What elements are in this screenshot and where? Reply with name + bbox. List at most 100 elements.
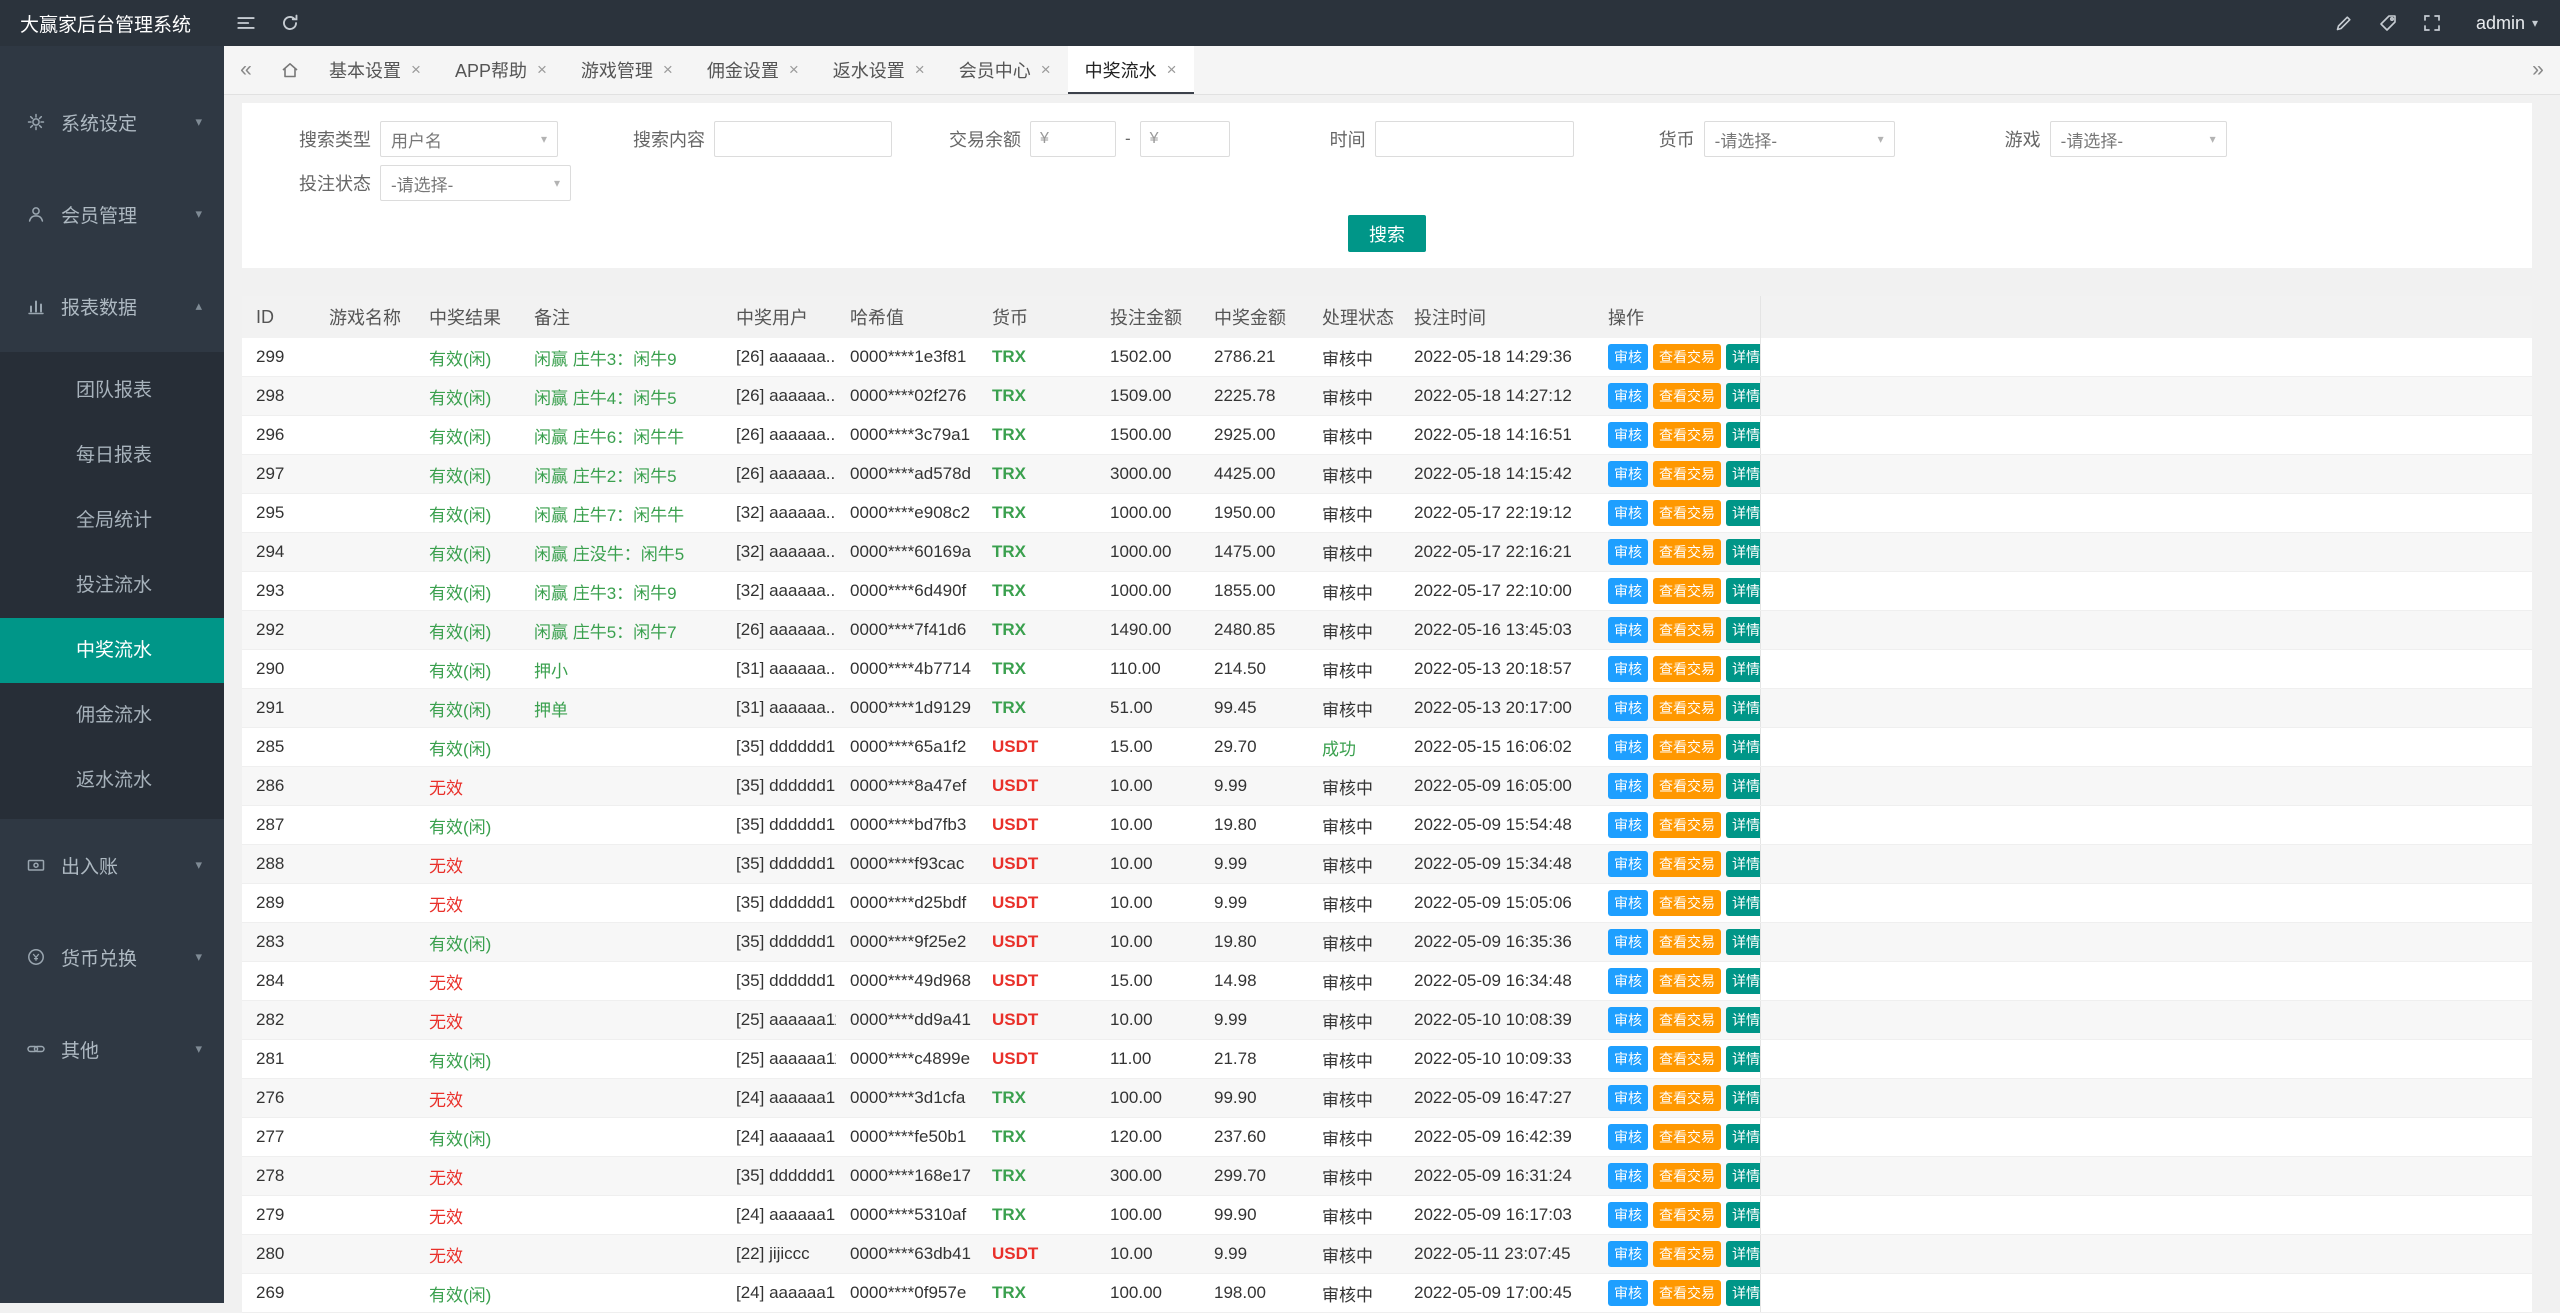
detail-button[interactable]: 详情: [1726, 890, 1760, 916]
review-button[interactable]: 审核: [1608, 734, 1648, 760]
review-button[interactable]: 审核: [1608, 617, 1648, 643]
detail-button[interactable]: 详情: [1726, 617, 1760, 643]
review-button[interactable]: 审核: [1608, 773, 1648, 799]
sidebar-item-others[interactable]: 其他 ▾: [0, 1003, 224, 1095]
review-button[interactable]: 审核: [1608, 1241, 1648, 1267]
sidebar-item-bet-flow[interactable]: 投注流水: [0, 553, 224, 618]
tab-7[interactable]: 中奖流水×: [1068, 46, 1194, 94]
view-trade-button[interactable]: 查看交易: [1653, 422, 1721, 448]
close-icon[interactable]: ×: [1167, 60, 1177, 80]
view-trade-button[interactable]: 查看交易: [1653, 773, 1721, 799]
sidebar-item-in-out-account[interactable]: 出入账 ▾: [0, 819, 224, 911]
review-button[interactable]: 审核: [1608, 1046, 1648, 1072]
review-button[interactable]: 审核: [1608, 461, 1648, 487]
close-icon[interactable]: ×: [915, 60, 925, 80]
review-button[interactable]: 审核: [1608, 812, 1648, 838]
detail-button[interactable]: 详情: [1726, 968, 1760, 994]
review-button[interactable]: 审核: [1608, 422, 1648, 448]
review-button[interactable]: 审核: [1608, 929, 1648, 955]
bet-status-select[interactable]: -请选择- ▾: [380, 165, 571, 201]
view-trade-button[interactable]: 查看交易: [1653, 968, 1721, 994]
review-button[interactable]: 审核: [1608, 890, 1648, 916]
detail-button[interactable]: 详情: [1726, 851, 1760, 877]
review-button[interactable]: 审核: [1608, 1202, 1648, 1228]
sidebar-item-commission-flow[interactable]: 佣金流水: [0, 683, 224, 748]
currency-select[interactable]: -请选择- ▾: [1704, 121, 1895, 157]
tab-4[interactable]: 佣金设置×: [690, 46, 816, 94]
tab-1[interactable]: 基本设置×: [312, 46, 438, 94]
view-trade-button[interactable]: 查看交易: [1653, 344, 1721, 370]
view-trade-button[interactable]: 查看交易: [1653, 539, 1721, 565]
balance-max-input[interactable]: [1164, 129, 1220, 149]
sidebar-toggle-button[interactable]: [224, 0, 268, 46]
detail-button[interactable]: 详情: [1726, 461, 1760, 487]
detail-button[interactable]: 详情: [1726, 1085, 1760, 1111]
detail-button[interactable]: 详情: [1726, 1202, 1760, 1228]
detail-button[interactable]: 详情: [1726, 1163, 1760, 1189]
sidebar-item-win-flow[interactable]: 中奖流水: [0, 618, 224, 683]
detail-button[interactable]: 详情: [1726, 1241, 1760, 1267]
view-trade-button[interactable]: 查看交易: [1653, 734, 1721, 760]
review-button[interactable]: 审核: [1608, 383, 1648, 409]
view-trade-button[interactable]: 查看交易: [1653, 1202, 1721, 1228]
view-trade-button[interactable]: 查看交易: [1653, 1124, 1721, 1150]
sidebar-item-team-report[interactable]: 团队报表: [0, 358, 224, 423]
close-icon[interactable]: ×: [537, 60, 547, 80]
home-tab[interactable]: [268, 46, 312, 94]
view-trade-button[interactable]: 查看交易: [1653, 1085, 1721, 1111]
view-trade-button[interactable]: 查看交易: [1653, 1163, 1721, 1189]
review-button[interactable]: 审核: [1608, 500, 1648, 526]
tag-button[interactable]: [2366, 0, 2410, 46]
detail-button[interactable]: 详情: [1726, 344, 1760, 370]
detail-button[interactable]: 详情: [1726, 383, 1760, 409]
fullscreen-button[interactable]: [2410, 0, 2454, 46]
user-menu[interactable]: admin ▾: [2454, 13, 2560, 34]
detail-button[interactable]: 详情: [1726, 773, 1760, 799]
detail-button[interactable]: 详情: [1726, 578, 1760, 604]
view-trade-button[interactable]: 查看交易: [1653, 656, 1721, 682]
review-button[interactable]: 审核: [1608, 539, 1648, 565]
detail-button[interactable]: 详情: [1726, 695, 1760, 721]
tabs-scroll-left-button[interactable]: «: [224, 46, 268, 94]
review-button[interactable]: 审核: [1608, 1124, 1648, 1150]
detail-button[interactable]: 详情: [1726, 539, 1760, 565]
view-trade-button[interactable]: 查看交易: [1653, 890, 1721, 916]
review-button[interactable]: 审核: [1608, 1280, 1648, 1306]
view-trade-button[interactable]: 查看交易: [1653, 1241, 1721, 1267]
search-type-select[interactable]: 用户名 ▾: [380, 121, 558, 157]
view-trade-button[interactable]: 查看交易: [1653, 1046, 1721, 1072]
sidebar-item-daily-report[interactable]: 每日报表: [0, 423, 224, 488]
view-trade-button[interactable]: 查看交易: [1653, 617, 1721, 643]
detail-button[interactable]: 详情: [1726, 1007, 1760, 1033]
detail-button[interactable]: 详情: [1726, 734, 1760, 760]
search-button[interactable]: 搜索: [1348, 215, 1426, 252]
review-button[interactable]: 审核: [1608, 578, 1648, 604]
tabs-scroll-right-button[interactable]: »: [2516, 46, 2560, 94]
review-button[interactable]: 审核: [1608, 695, 1648, 721]
view-trade-button[interactable]: 查看交易: [1653, 851, 1721, 877]
refresh-button[interactable]: [268, 0, 312, 46]
search-content-input[interactable]: [714, 121, 892, 157]
review-button[interactable]: 审核: [1608, 851, 1648, 877]
close-icon[interactable]: ×: [789, 60, 799, 80]
edit-button[interactable]: [2322, 0, 2366, 46]
review-button[interactable]: 审核: [1608, 656, 1648, 682]
tab-3[interactable]: 游戏管理×: [564, 46, 690, 94]
view-trade-button[interactable]: 查看交易: [1653, 578, 1721, 604]
detail-button[interactable]: 详情: [1726, 812, 1760, 838]
tab-6[interactable]: 会员中心×: [942, 46, 1068, 94]
sidebar-item-member-management[interactable]: 会员管理 ▾: [0, 168, 224, 260]
review-button[interactable]: 审核: [1608, 1007, 1648, 1033]
close-icon[interactable]: ×: [663, 60, 673, 80]
sidebar-item-rebate-flow[interactable]: 返水流水: [0, 748, 224, 813]
detail-button[interactable]: 详情: [1726, 656, 1760, 682]
detail-button[interactable]: 详情: [1726, 500, 1760, 526]
game-select[interactable]: -请选择- ▾: [2050, 121, 2227, 157]
review-button[interactable]: 审核: [1608, 968, 1648, 994]
sidebar-item-global-stats[interactable]: 全局统计: [0, 488, 224, 553]
close-icon[interactable]: ×: [411, 60, 421, 80]
view-trade-button[interactable]: 查看交易: [1653, 500, 1721, 526]
detail-button[interactable]: 详情: [1726, 1280, 1760, 1306]
view-trade-button[interactable]: 查看交易: [1653, 695, 1721, 721]
view-trade-button[interactable]: 查看交易: [1653, 1007, 1721, 1033]
